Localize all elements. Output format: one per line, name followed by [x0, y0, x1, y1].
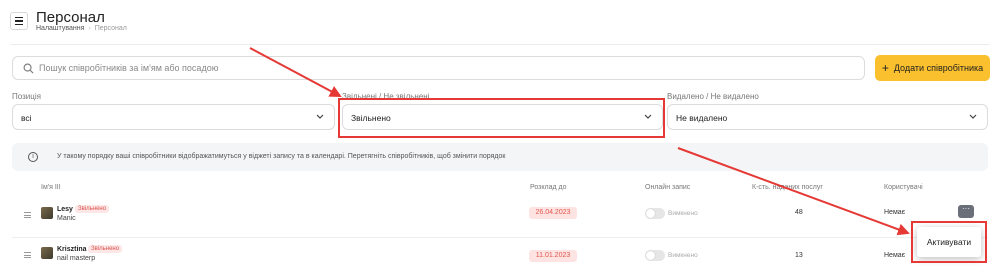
chevron-down-icon [644, 114, 652, 119]
schedule-date: 11.01.2023 [529, 250, 577, 262]
filter-position-value: всі [21, 113, 32, 123]
drag-handle-icon[interactable] [24, 212, 31, 218]
search-icon [23, 63, 34, 74]
breadcrumb-staff: Персонал [94, 25, 127, 32]
plus-icon: + [881, 61, 889, 75]
table-row[interactable]: Lesy Звільнено Manic 26.04.2023 Вимкнено… [12, 198, 988, 238]
more-icon[interactable]: ··· [958, 205, 974, 218]
services-count: 13 [795, 252, 803, 259]
schedule-date: 26.04.2023 [529, 207, 577, 219]
page-header: Персонал Налаштування › Персонал [0, 0, 1000, 40]
add-employee-button[interactable]: + Додати співробітника [875, 55, 990, 81]
filter-deleted-label: Видалено / Не видалено [667, 92, 759, 101]
info-icon: i [28, 152, 38, 162]
employee-name[interactable]: Lesy [57, 206, 73, 213]
user-value: Немає [884, 209, 906, 216]
breadcrumb: Налаштування › Персонал [36, 25, 127, 32]
page-title: Персонал [36, 9, 105, 26]
status-badge: Звільнено [75, 205, 110, 213]
search-box [12, 56, 865, 80]
employee-name[interactable]: Krisztina [57, 246, 87, 253]
column-header-users: Користувачі [884, 184, 923, 191]
online-booking-label: Вимкнено [668, 252, 698, 259]
online-booking-toggle[interactable] [645, 250, 665, 261]
chevron-down-icon [969, 114, 977, 119]
services-count: 48 [795, 209, 803, 216]
avatar [41, 247, 53, 259]
drag-handle-icon[interactable] [24, 252, 31, 258]
online-booking-label: Вимкнено [668, 210, 698, 217]
filter-deleted-select[interactable]: Не видалено [667, 104, 988, 130]
filter-dismissed-label: Звільнені / Не звільнені [342, 92, 430, 101]
user-value: Немає [884, 252, 906, 259]
column-header-schedule: Розклад до [530, 184, 567, 191]
employee-position: nail masterp [57, 255, 96, 262]
add-employee-label: Додати співробітника [893, 63, 984, 73]
employee-position: Manic [57, 215, 76, 222]
filter-dismissed-value: Звільнено [351, 113, 391, 123]
search-input[interactable] [39, 60, 839, 76]
table-row[interactable]: Krisztina Звільнено nail masterp 11.01.2… [12, 237, 988, 277]
column-header-name: Ім'я ІІІ [41, 184, 61, 191]
status-badge: Звільнено [88, 245, 123, 253]
filter-deleted-value: Не видалено [676, 113, 728, 123]
header-divider [10, 44, 990, 45]
info-banner: i У такому порядку ваші співробітники ві… [12, 143, 988, 171]
menu-icon[interactable] [10, 12, 28, 30]
column-header-online: Онлайн запис [645, 184, 691, 191]
filter-position-select[interactable]: всі [12, 104, 335, 130]
filter-dismissed-select[interactable]: Звільнено [342, 104, 663, 130]
activate-menu-item[interactable]: Активувати [917, 227, 981, 257]
info-text: У такому порядку ваші співробітники відо… [57, 153, 506, 160]
filter-position-label: Позиція [12, 92, 41, 101]
online-booking-toggle[interactable] [645, 208, 665, 219]
column-header-services: К-сть. наданих послуг [752, 184, 823, 191]
chevron-down-icon [316, 114, 324, 119]
avatar [41, 207, 53, 219]
breadcrumb-settings[interactable]: Налаштування [36, 25, 84, 32]
